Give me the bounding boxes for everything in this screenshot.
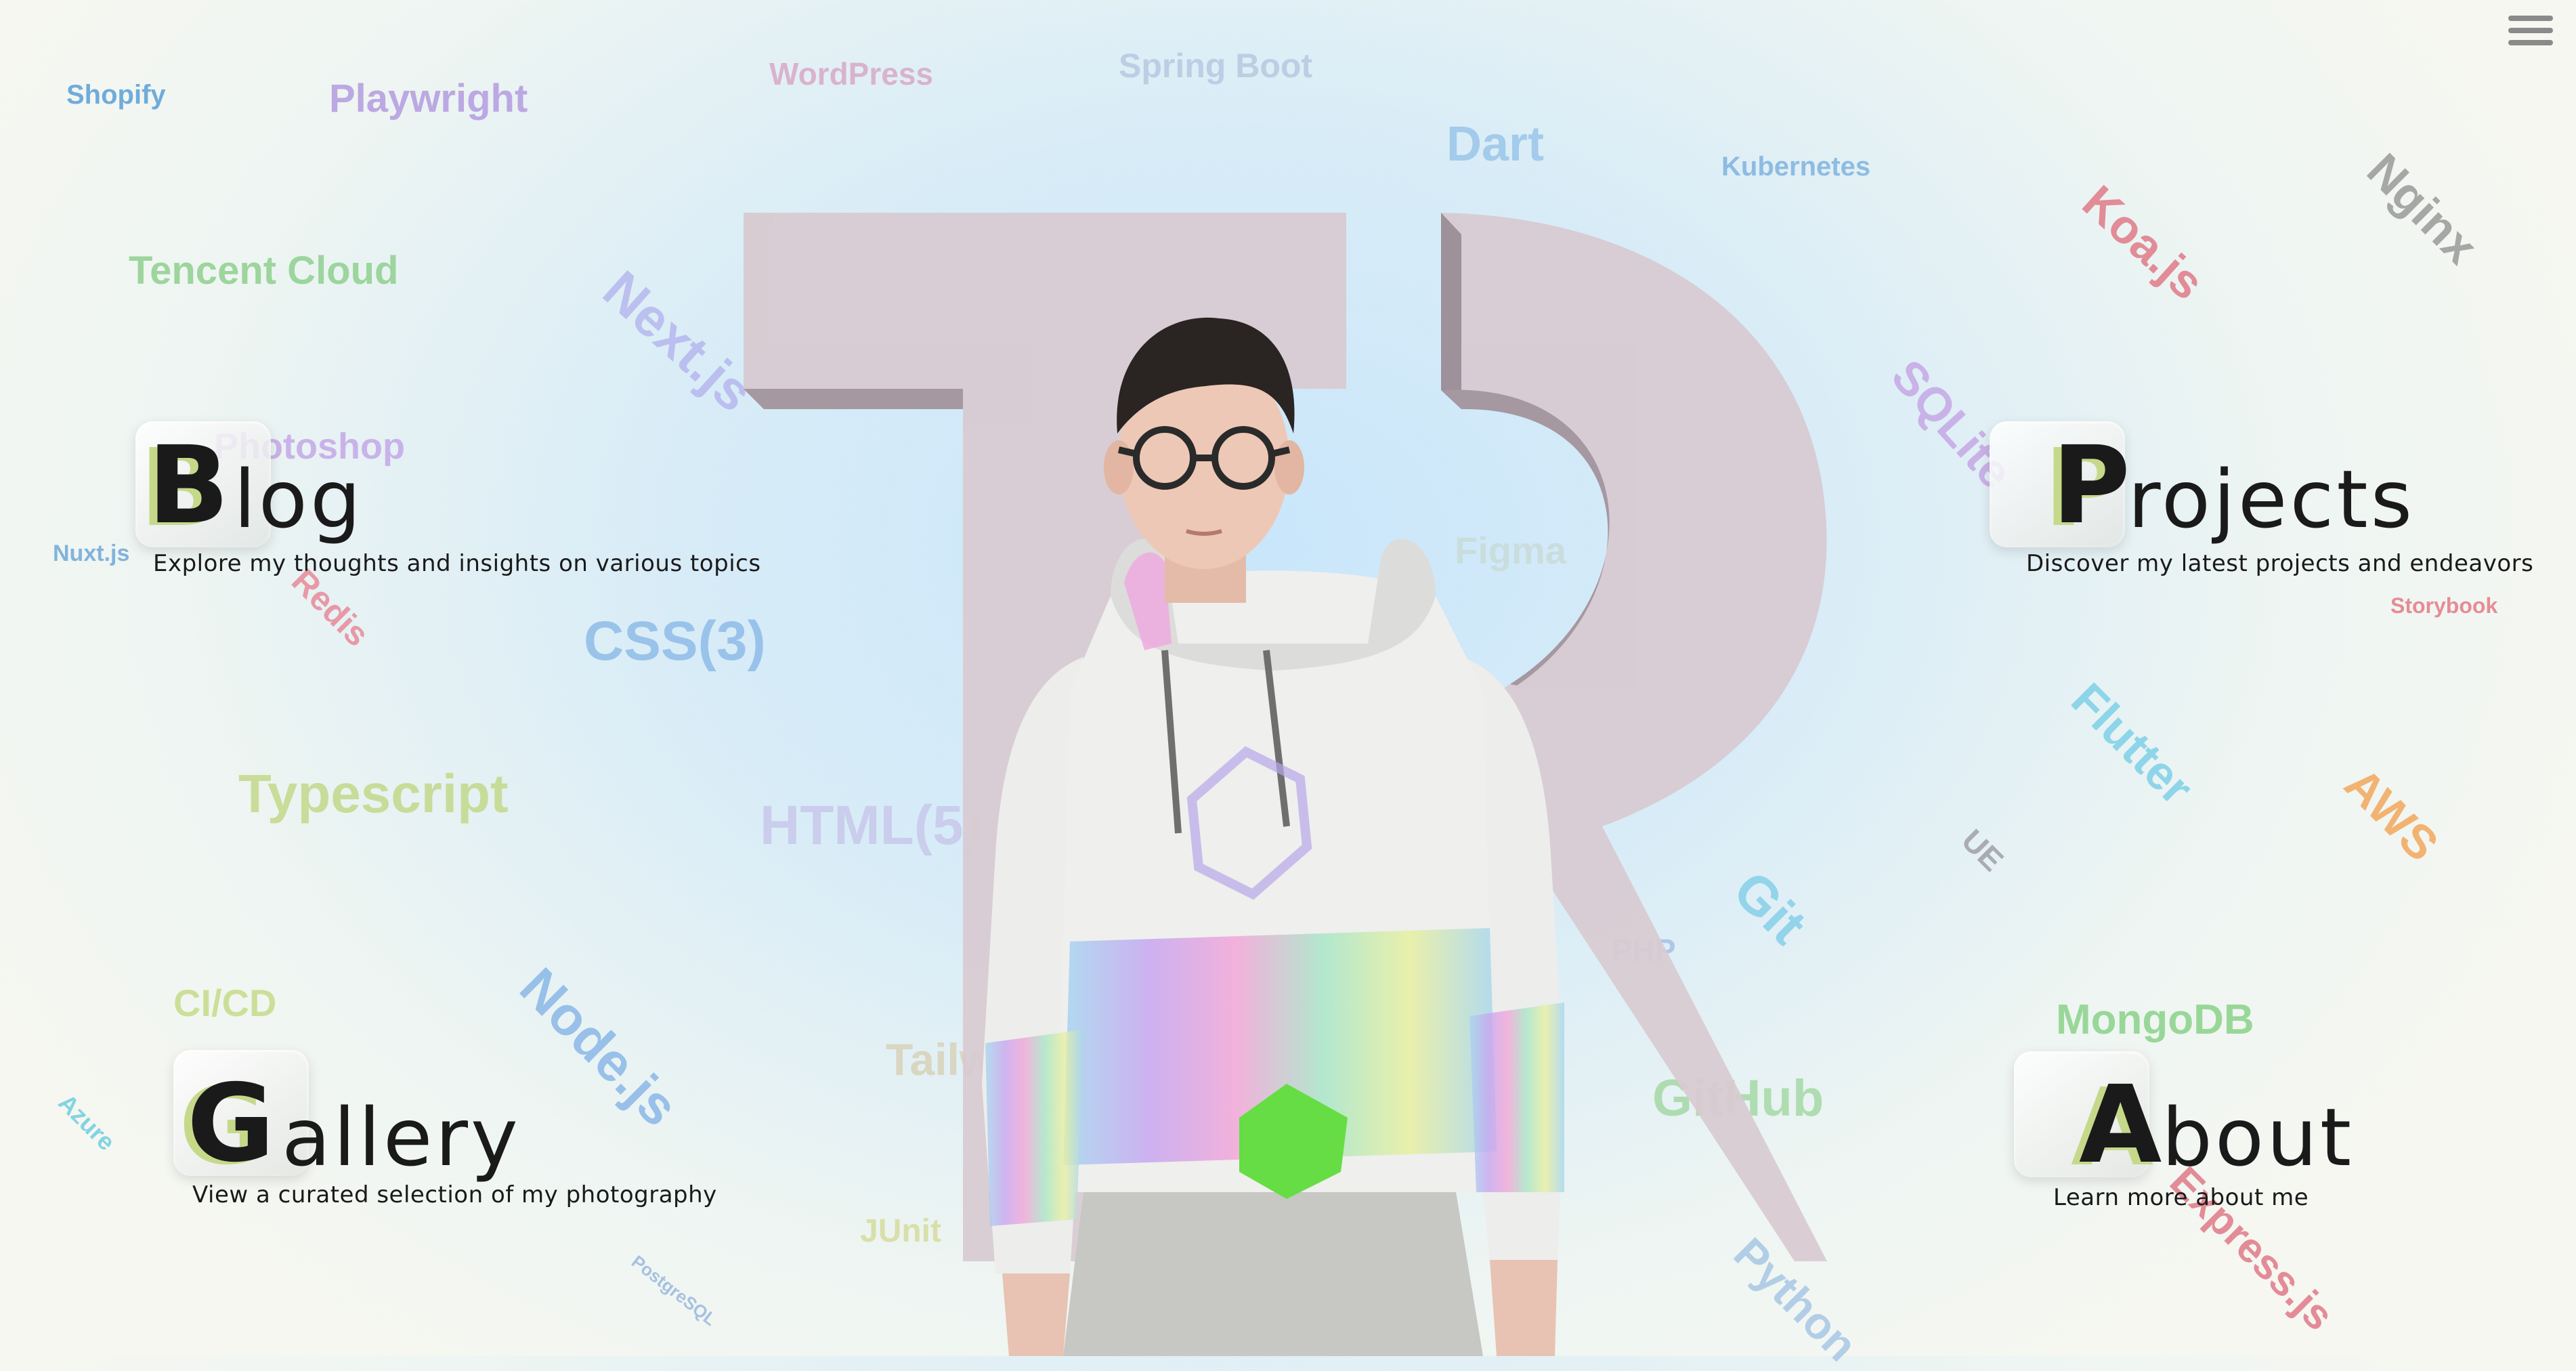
avatar-ear-left <box>1104 440 1134 494</box>
projects-card-description: Discover my latest projects and endeavor… <box>2026 550 2534 577</box>
blog-card[interactable]: B log Explore my thoughts and insights o… <box>135 421 772 584</box>
letter-t-bottom-shade <box>744 389 963 409</box>
about-card-description: Learn more about me <box>2053 1184 2309 1211</box>
avatar-pants <box>1063 1192 1483 1356</box>
avatar-left-hand <box>1002 1273 1070 1356</box>
blog-card-description: Explore my thoughts and insights on vari… <box>153 550 761 577</box>
projects-card-initial: P <box>2052 423 2130 548</box>
gallery-card[interactable]: G allery View a curated selection of my … <box>173 1050 756 1219</box>
gallery-card-title: allery <box>282 1091 521 1184</box>
projects-card-title: rojects <box>2128 452 2416 546</box>
gallery-card-initial: G <box>187 1061 275 1186</box>
projects-card[interactable]: P rojects Discover my latest projects an… <box>1990 421 2558 584</box>
gallery-card-description: View a curated selection of my photograp… <box>192 1181 717 1208</box>
avatar-left-sleeve-rainbow <box>985 1030 1083 1226</box>
blog-card-initial: B <box>148 423 230 548</box>
blog-card-title: log <box>234 452 364 546</box>
about-card-title: bout <box>2162 1091 2355 1184</box>
avatar-right-hand <box>1490 1260 1558 1356</box>
avatar-right-sleeve-rainbow <box>1469 1003 1564 1192</box>
about-card[interactable]: A bout Learn more about me <box>2014 1051 2434 1221</box>
hamburger-menu-icon[interactable] <box>2508 12 2553 53</box>
avatar-ear-right <box>1274 440 1304 494</box>
about-card-initial: A <box>2079 1063 2162 1187</box>
letter-r-inner-side <box>1441 213 1461 409</box>
